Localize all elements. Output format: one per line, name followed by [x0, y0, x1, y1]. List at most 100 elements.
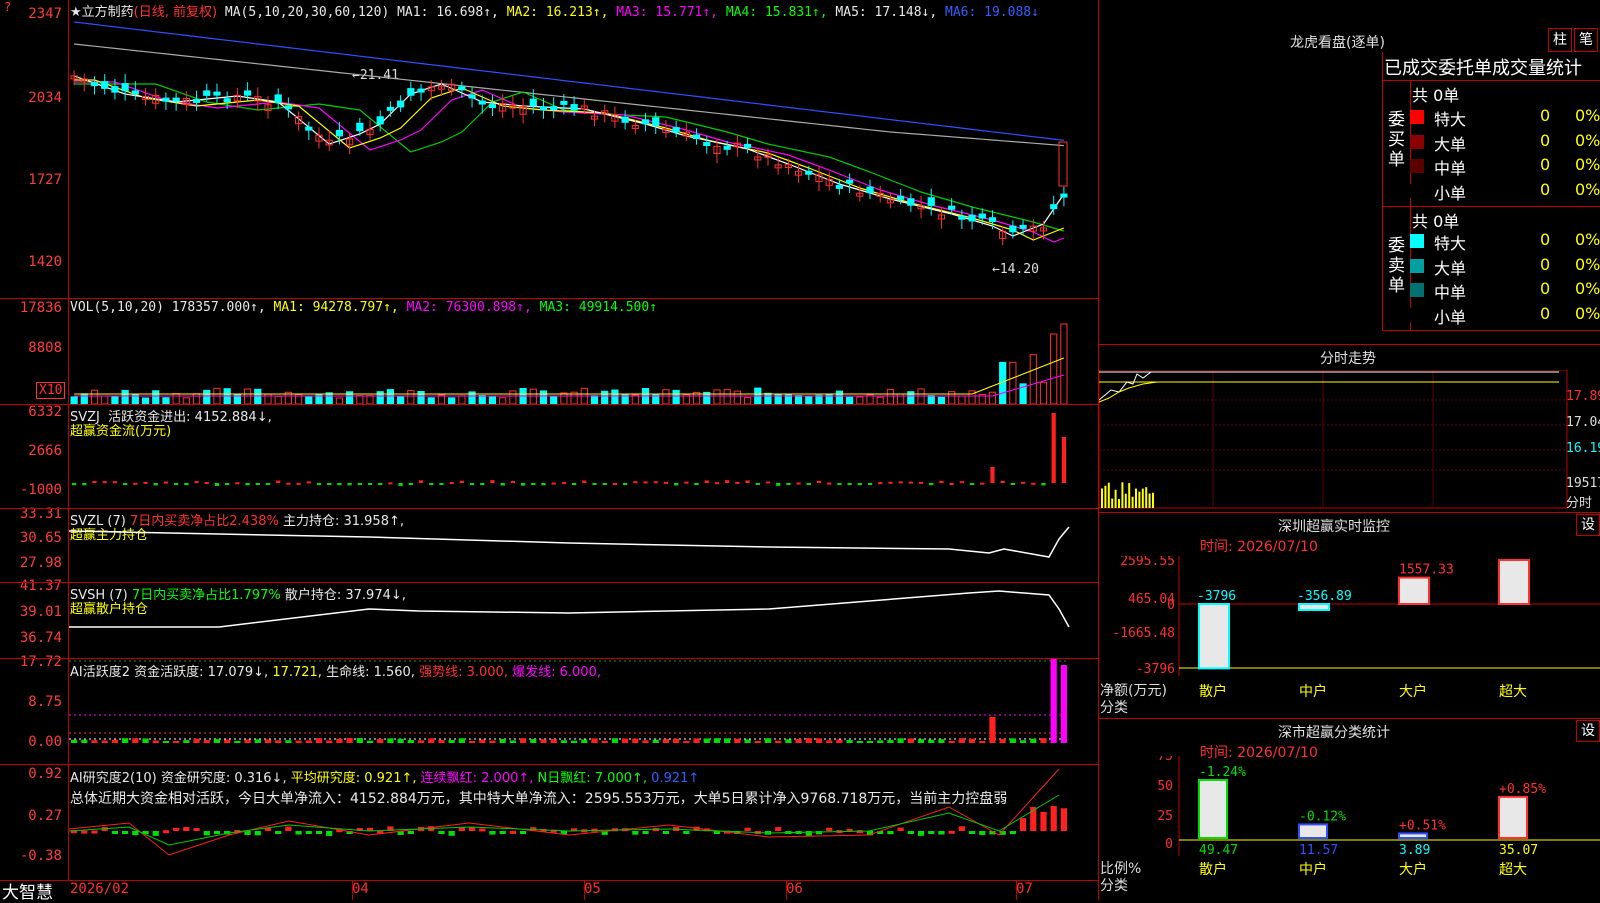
- panel-divider: [1099, 344, 1600, 345]
- activity-bar: [366, 740, 374, 743]
- activity-bar: [764, 738, 772, 743]
- monitor-axis-label: -1665.48: [1112, 626, 1175, 641]
- ai-research-chart[interactable]: [69, 765, 1097, 879]
- monitor-category-label: 散户: [1199, 683, 1227, 700]
- classify-bar: [1298, 823, 1328, 839]
- volume-bar: [1050, 333, 1058, 404]
- fund-flow-bar: [184, 483, 189, 486]
- color-swatch: [1410, 283, 1424, 297]
- research-bar: [448, 831, 455, 836]
- axis-label: 2666: [28, 443, 62, 459]
- activity-bar: [673, 738, 680, 743]
- research-bar: [948, 830, 955, 834]
- volume-chart[interactable]: [69, 316, 1097, 404]
- candlestick-chart[interactable]: [69, 14, 1097, 298]
- tick-mode-button[interactable]: 笔: [1574, 28, 1598, 52]
- fund-flow-bar: [898, 481, 903, 484]
- axis-label: -1000: [19, 482, 62, 498]
- candle: [692, 134, 701, 140]
- volume-bar: [192, 393, 201, 404]
- candle: [621, 116, 629, 123]
- color-swatch: [1410, 159, 1424, 173]
- classify-axis-label: 25: [1157, 809, 1173, 824]
- activity-bar: [938, 739, 945, 743]
- fund-flow-bar: [959, 481, 964, 484]
- classify-settings-button[interactable]: 设: [1576, 720, 1600, 742]
- activity-bar: [866, 740, 874, 743]
- candle: [305, 126, 313, 131]
- fund-flow-bar: [296, 482, 301, 485]
- fund-flow-bar: [969, 483, 975, 485]
- activity-bar: [111, 739, 119, 743]
- activity-bar: [846, 739, 853, 743]
- fund-flow-bar: [888, 481, 893, 484]
- candle: [478, 100, 486, 105]
- candle: [192, 98, 201, 103]
- research-bar: [499, 831, 506, 834]
- activity-bar: [979, 740, 986, 743]
- classify-title: 深市超赢分类统计: [1278, 725, 1390, 741]
- ai-active-chart[interactable]: [69, 659, 1097, 763]
- research-bar: [122, 831, 129, 834]
- color-swatch: [1410, 110, 1424, 124]
- research-bar: [917, 831, 925, 836]
- activity-bar: [1060, 665, 1067, 743]
- volume-unit-badge[interactable]: X10: [36, 382, 66, 399]
- volume-bar: [203, 389, 211, 404]
- axis-label: 39.01: [19, 604, 62, 620]
- classify-bar-chart[interactable]: 75 50 25 0 -1.24% 49.47 散户 -0.12% 11.57 中户 +0.51% 3…: [1099, 756, 1600, 900]
- monitor-axis-label: -3796: [1136, 662, 1175, 677]
- volume-bar: [101, 395, 109, 404]
- svzl-chart[interactable]: [69, 509, 1097, 581]
- research-bar: [295, 831, 302, 835]
- order-percent: 0%: [1575, 303, 1600, 323]
- axis-label: 8808: [28, 340, 62, 356]
- order-size-label: 中单: [1434, 283, 1467, 302]
- fenshi-vol-label: 19517: [1566, 476, 1600, 491]
- order-percent: 0%: [1575, 106, 1600, 125]
- volume-bar: [723, 389, 731, 404]
- activity-bar: [275, 740, 282, 743]
- monitor-bar-chart[interactable]: 2595.55465.040-1665.48-3796-3796散户-356.8…: [1099, 556, 1600, 716]
- volume-bar: [172, 393, 180, 404]
- activity-bar: [775, 740, 782, 743]
- fund-flow-bar: [153, 483, 158, 486]
- axis-label: 1727: [28, 172, 62, 188]
- svzj-chart[interactable]: [69, 405, 1097, 507]
- volume-bar: [713, 389, 721, 404]
- monitor-settings-button[interactable]: 设: [1576, 514, 1600, 536]
- volume-bar: [988, 391, 997, 404]
- fund-flow-bar: [847, 483, 852, 486]
- fund-flow-bar: [327, 483, 332, 485]
- fund-flow-bar: [439, 483, 444, 485]
- volume-bar: [90, 389, 99, 404]
- fund-flow-bar: [663, 481, 669, 484]
- fund-flow-bar: [561, 482, 566, 485]
- candle: [1009, 225, 1017, 233]
- candle: [907, 198, 915, 206]
- activity-bar: [346, 738, 353, 743]
- activity-bar: [285, 740, 292, 743]
- activity-bar: [295, 740, 302, 743]
- volume-bar: [794, 395, 803, 404]
- activity-bar: [336, 738, 343, 743]
- color-swatch: [1410, 234, 1424, 248]
- bar-mode-button[interactable]: 柱: [1548, 28, 1572, 52]
- svsh-chart[interactable]: [69, 583, 1097, 657]
- monitor-value-label: 2595.55: [1499, 556, 1554, 560]
- order-count: 0: [1540, 303, 1551, 323]
- candle: [1050, 204, 1058, 210]
- activity-bar: [101, 740, 108, 743]
- research-bar: [1009, 831, 1016, 835]
- fund-flow-bar: [388, 482, 393, 485]
- fenshi-chart[interactable]: [1099, 370, 1569, 510]
- volume-bar: [182, 397, 190, 404]
- vol-label: VOL(5,10,20): [70, 300, 164, 315]
- fund-flow-bar: [653, 481, 658, 484]
- activity-bar: [877, 740, 884, 743]
- volume-bar: [499, 397, 507, 404]
- monitor-bar: [1398, 576, 1430, 605]
- fenshi-volume-bar: [1138, 491, 1141, 508]
- fund-flow-bar: [163, 481, 169, 484]
- dragon-tab-title[interactable]: 已成交委托单成交量统计: [1384, 54, 1600, 80]
